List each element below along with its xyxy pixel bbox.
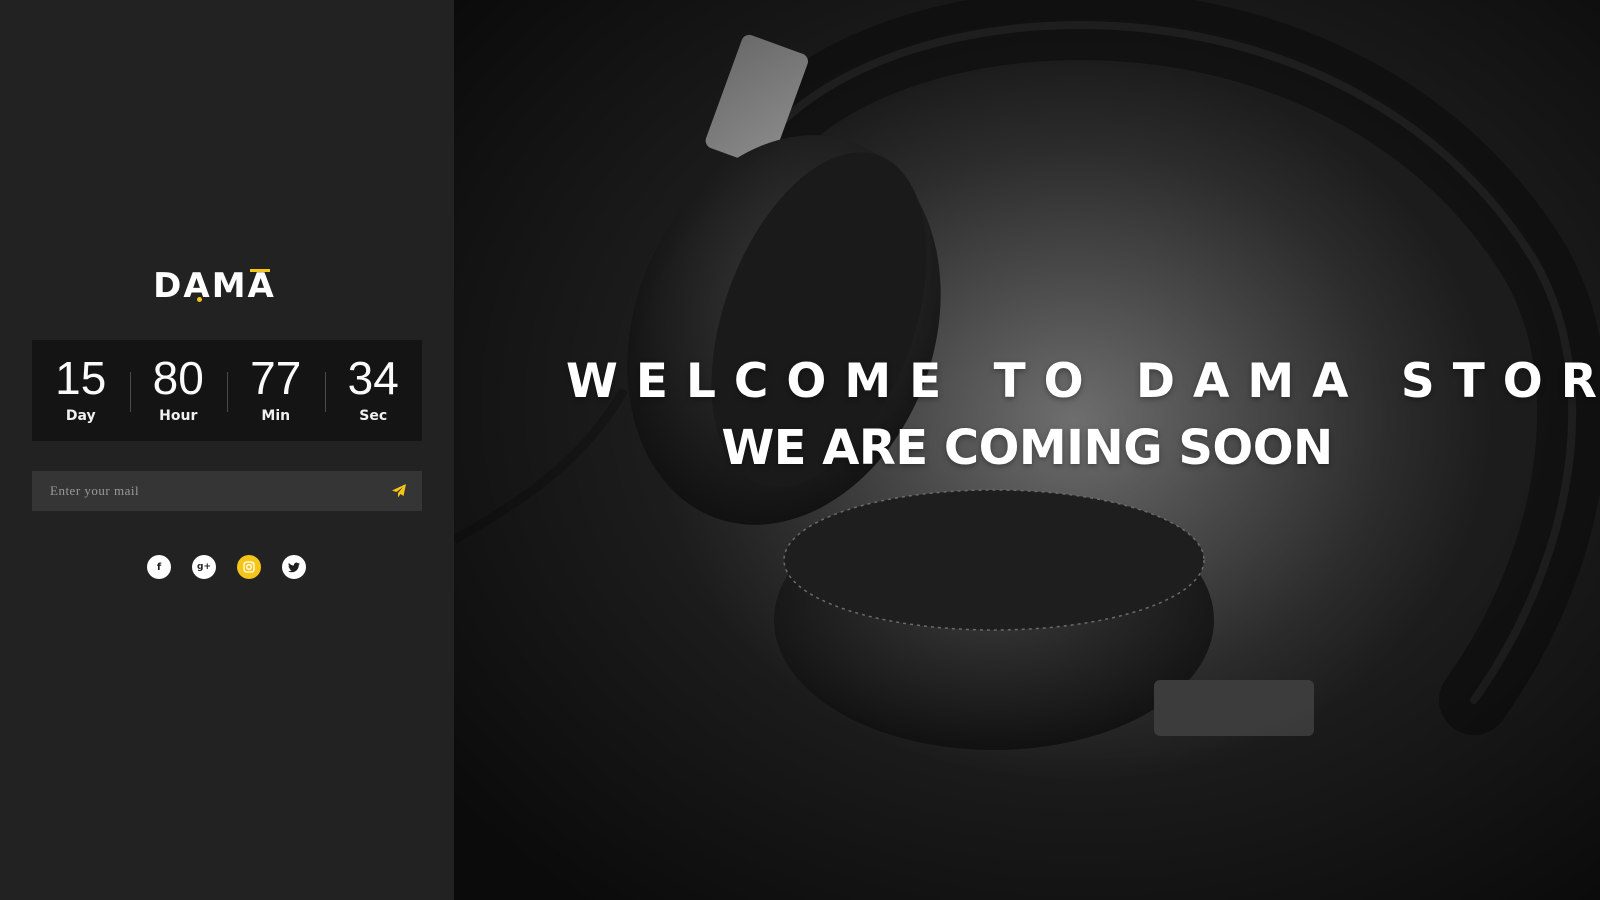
countdown-timer: 15 Day 80 Hour 77 Min 34 Sec — [32, 340, 422, 441]
countdown-seconds: 34 Sec — [324, 340, 423, 441]
hero-text: WELCOME TO DAMA STORE WE ARE COMING SOON — [454, 0, 1600, 900]
twitter-icon — [288, 562, 300, 572]
twitter-link[interactable] — [282, 555, 306, 579]
brand-logo[interactable]: DAMA — [153, 266, 276, 306]
paper-plane-icon — [392, 484, 406, 498]
subscribe-form — [32, 471, 422, 511]
countdown-minutes-label: Min — [261, 408, 291, 424]
facebook-link[interactable]: f — [147, 555, 171, 579]
send-button[interactable] — [376, 471, 422, 511]
countdown-hours-value: 80 — [152, 352, 204, 404]
left-panel: DAMA 15 Day 80 Hour 77 Min 34 Sec Enter … — [0, 0, 454, 900]
countdown-minutes-value: 77 — [250, 352, 302, 404]
coming-soon-page: DAMA 15 Day 80 Hour 77 Min 34 Sec Enter … — [0, 0, 1600, 900]
countdown-days-label: Day — [65, 408, 96, 424]
logo-accent-bar — [250, 269, 271, 272]
countdown-days-value: 15 — [55, 352, 107, 404]
instagram-icon — [243, 561, 255, 573]
instagram-link[interactable] — [237, 555, 261, 579]
social-links: f g+ — [147, 555, 306, 579]
countdown-hours: 80 Hour — [129, 340, 228, 441]
countdown-hours-label: Hour — [159, 408, 198, 424]
countdown-seconds-label: Sec — [359, 408, 388, 424]
facebook-icon: f — [156, 561, 162, 573]
countdown-days: 15 Day — [32, 340, 130, 441]
hero-section: WELCOME TO DAMA STORE WE ARE COMING SOON — [454, 0, 1600, 900]
email-input[interactable] — [32, 471, 376, 511]
hero-headline: WELCOME TO DAMA STORE — [566, 354, 1600, 409]
brand-name: DAMA — [153, 266, 276, 306]
countdown-minutes: 77 Min — [227, 340, 325, 441]
google-plus-link[interactable]: g+ — [192, 555, 216, 579]
hero-subheadline: WE ARE COMING SOON — [721, 420, 1333, 476]
countdown-seconds-value: 34 — [347, 352, 399, 404]
google-plus-icon: g+ — [197, 562, 211, 572]
